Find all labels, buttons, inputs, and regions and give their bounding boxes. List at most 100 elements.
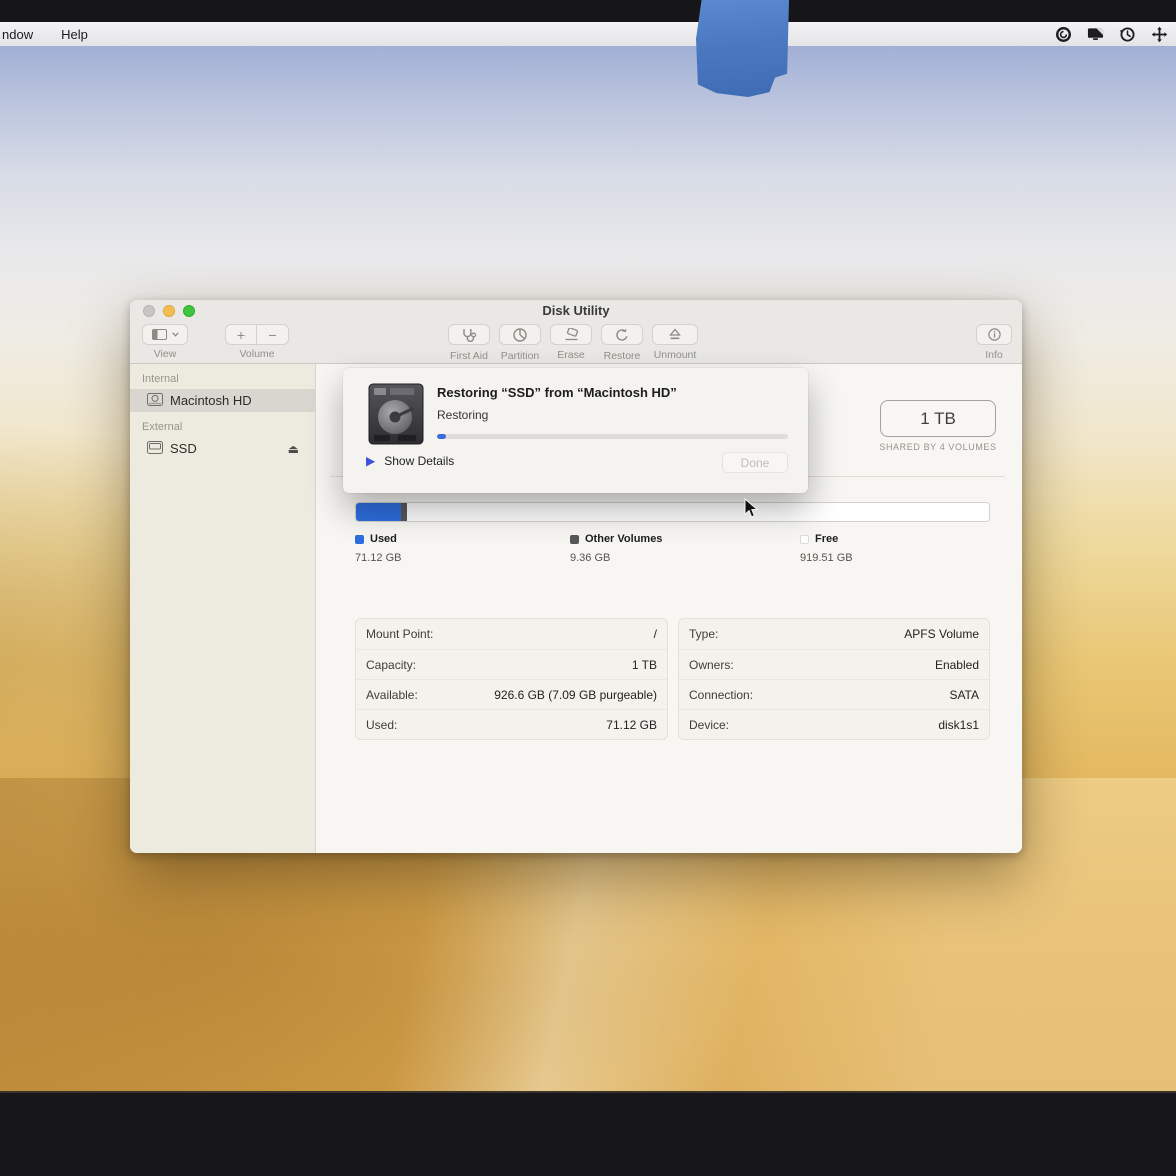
legend-used-value: 71.12 GB — [355, 552, 401, 564]
unmount-action: Unmount — [652, 324, 698, 362]
menu-item-help[interactable]: Help — [47, 27, 102, 42]
restore-arrow-icon — [615, 328, 629, 342]
screen-bezel-top — [0, 0, 1176, 22]
view-label: View — [142, 348, 188, 360]
unmount-icon-button[interactable] — [652, 324, 698, 345]
free-swatch — [800, 535, 809, 544]
view-control: View — [142, 324, 188, 360]
row-value: APFS Volume — [904, 627, 979, 641]
restore-progress-bar — [437, 434, 788, 439]
erase-action: Erase — [550, 324, 592, 362]
details-table-right: Type:APFS Volume Owners:Enabled Connecti… — [678, 618, 990, 740]
sidebar-view-icon — [152, 329, 167, 340]
info-label: Info — [976, 349, 1012, 361]
row-label: Type: — [689, 627, 718, 641]
info-button[interactable] — [976, 324, 1012, 345]
time-machine-icon[interactable] — [1119, 26, 1136, 43]
partition-action: Partition — [499, 324, 541, 362]
sidebar-item-label: SSD — [170, 441, 197, 456]
menu-item-window[interactable]: ndow — [0, 27, 47, 42]
volume-control: + − Volume — [225, 324, 289, 360]
sidebar: Internal Macintosh HD External SSD ⏏ — [130, 364, 316, 853]
details-table-left: Mount Point: / Capacity: 1 TB Available: 92… — [355, 618, 668, 740]
dialog-title: Restoring “SSD” from “Macintosh HD” — [437, 385, 677, 400]
title-bar[interactable]: Disk Utility — [130, 300, 1022, 322]
sidebar-section-external: External — [130, 412, 315, 437]
row-value: / — [654, 627, 657, 641]
row-value: disk1s1 — [938, 718, 979, 732]
used-swatch — [355, 535, 364, 544]
row-label: Available: — [366, 688, 418, 702]
partition-pie-icon — [513, 328, 527, 342]
row-label: Owners: — [689, 658, 734, 672]
table-row: Available: 926.6 GB (7.09 GB purgeable) — [356, 679, 667, 709]
row-label: Mount Point: — [366, 627, 433, 641]
window-title: Disk Utility — [130, 300, 1022, 321]
volume-label: Volume — [225, 348, 289, 360]
restore-action: Restore — [601, 324, 643, 362]
zoom-button[interactable] — [183, 305, 195, 317]
done-button[interactable]: Done — [722, 452, 788, 473]
free-segment — [407, 503, 989, 521]
screen-bezel-bottom — [0, 1091, 1176, 1176]
partition-icon-button[interactable] — [499, 324, 541, 345]
chevron-down-icon — [172, 332, 179, 337]
menu-bar-status-area — [1055, 22, 1168, 46]
restore-icon-button[interactable] — [601, 324, 643, 345]
close-button[interactable] — [143, 305, 155, 317]
view-button[interactable] — [142, 324, 188, 345]
table-row: Used: 71.12 GB — [356, 709, 667, 739]
shared-by-label: SHARED BY 4 VOLUMES — [853, 442, 1022, 452]
row-label: Device: — [689, 718, 729, 732]
erase-icon-button[interactable] — [550, 324, 592, 345]
sidebar-item-macintosh-hd[interactable]: Macintosh HD — [130, 389, 315, 412]
dialog-status-text: Restoring — [437, 408, 488, 422]
move-arrows-icon[interactable] — [1151, 26, 1168, 43]
mouse-cursor — [744, 498, 759, 524]
sidebar-item-ssd[interactable]: SSD ⏏ — [130, 437, 315, 460]
first-aid-action: First Aid — [448, 324, 490, 362]
restore-progress-dialog: Restoring “SSD” from “Macintosh HD” Rest… — [343, 368, 808, 493]
legend-free: Free — [800, 533, 838, 545]
remove-volume-button[interactable]: − — [257, 324, 289, 345]
table-row: Mount Point: / — [356, 619, 667, 649]
stethoscope-icon — [461, 328, 477, 342]
restore-label: Restore — [601, 350, 643, 362]
row-value: 926.6 GB (7.09 GB purgeable) — [494, 688, 657, 702]
traffic-lights — [143, 305, 195, 317]
legend-other-volumes: Other Volumes — [570, 533, 662, 545]
hard-drive-icon — [368, 383, 424, 450]
menu-bar: ndow Help — [0, 22, 1176, 46]
info-control: Info — [976, 324, 1012, 361]
unmount-label: Unmount — [652, 349, 698, 361]
table-row: Type: APFS Volume — [679, 619, 989, 649]
table-row: Device: disk1s1 — [679, 709, 989, 739]
legend-used: Used — [355, 533, 397, 545]
show-details-label: Show Details — [384, 454, 454, 468]
sidebar-section-internal: Internal — [130, 364, 315, 389]
disclosure-triangle-icon[interactable]: ▶ — [366, 454, 375, 469]
capacity-badge: 1 TB — [880, 400, 996, 437]
row-label: Capacity: — [366, 658, 416, 672]
other-volumes-swatch — [570, 535, 579, 544]
row-value: 1 TB — [632, 658, 657, 672]
creative-cloud-icon[interactable] — [1055, 26, 1072, 43]
erase-label: Erase — [550, 349, 592, 361]
first-aid-button[interactable] — [448, 324, 490, 345]
restore-progress-fill — [437, 434, 446, 439]
legend-free-value: 919.51 GB — [800, 552, 853, 564]
sidebar-item-label: Macintosh HD — [170, 393, 252, 408]
row-label: Used: — [366, 718, 397, 732]
eject-icon[interactable]: ⏏ — [288, 442, 299, 456]
table-row: Owners: Enabled — [679, 649, 989, 679]
legend-other-volumes-value: 9.36 GB — [570, 552, 610, 564]
minimize-button[interactable] — [163, 305, 175, 317]
add-volume-button[interactable]: + — [225, 324, 257, 345]
screen-sharing-icon[interactable] — [1087, 26, 1104, 43]
row-value: Enabled — [935, 658, 979, 672]
used-segment — [356, 503, 401, 521]
disk-utility-window: Disk Utility View + − Vol — [130, 300, 1022, 853]
show-details-control[interactable]: ▶ Show Details — [366, 454, 454, 468]
legend-used-label: Used — [370, 533, 397, 545]
row-value: 71.12 GB — [606, 718, 657, 732]
